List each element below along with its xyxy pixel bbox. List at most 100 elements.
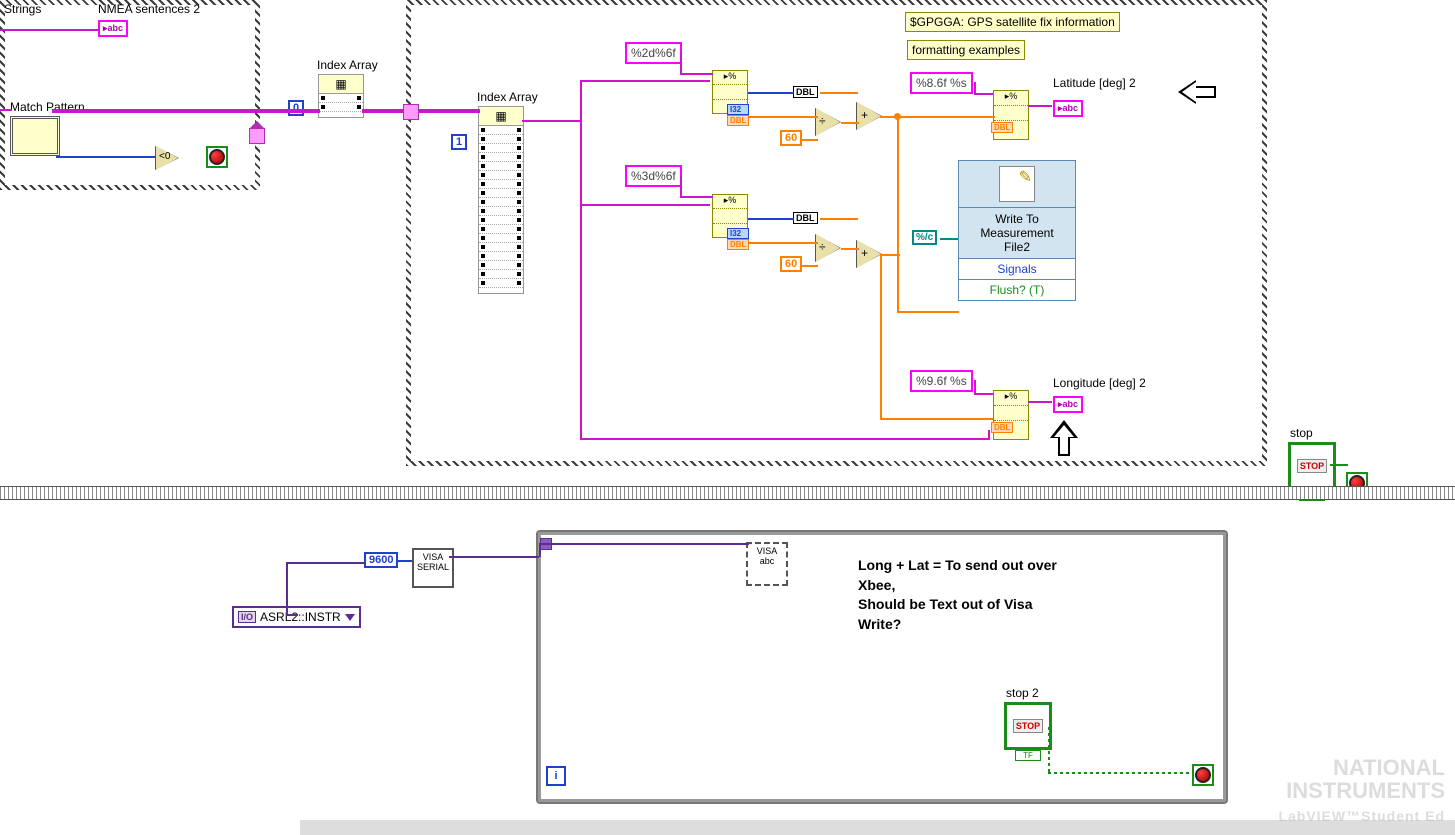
tunnel-upperleft [249, 128, 265, 144]
fmt-lat-in-types: DBL [991, 122, 1013, 133]
write-to-measurement-file-flush[interactable]: Flush? (T) [959, 280, 1075, 300]
visa-write-node[interactable]: VISA abc [746, 542, 788, 586]
const-zero[interactable]: 0 [288, 100, 304, 116]
wire [398, 560, 412, 562]
label-nmea: NMEA sentences 2 [98, 2, 200, 16]
stop2-button[interactable]: STOP TF [1004, 702, 1052, 761]
wire [820, 92, 858, 94]
statusbar [300, 820, 1455, 835]
visa-io-tag: I/O [238, 611, 256, 623]
loop-stop-indicator-bottom [1192, 764, 1214, 786]
arrow-annotation-latitude [1178, 80, 1218, 104]
comment-xbee: Long + Lat = To send out over Xbee, Shou… [858, 556, 1057, 634]
dbl-convert-1[interactable]: DBL [793, 86, 818, 98]
wire [988, 430, 990, 440]
wire-green-dotted-h [1048, 724, 1050, 772]
watermark-brand: NATIONAL INSTRUMENTS [1286, 755, 1445, 803]
abc-indicator-nmea: ▸abc [98, 20, 128, 37]
wire [820, 218, 858, 220]
write-to-measurement-file-node[interactable]: Write To Measurement File2 Signals Flush… [958, 160, 1076, 301]
dropdown-icon[interactable] [345, 614, 355, 621]
wire [748, 242, 818, 244]
case-structure-main [406, 0, 1267, 466]
wire [286, 562, 366, 564]
wire [974, 93, 993, 95]
wire [841, 248, 859, 250]
fmt-string-2d6f[interactable]: %2d%6f [625, 42, 682, 64]
fmt-string-lat[interactable]: %8.6f %s [910, 72, 973, 94]
wire [1028, 401, 1052, 403]
wire [0, 109, 12, 111]
wire [748, 92, 794, 94]
divide-node-2-sym: ÷ [819, 240, 826, 254]
comment-formatting: formatting examples [907, 40, 1025, 60]
visa-resource-name[interactable]: I/O ASRL2::INSTR [232, 606, 361, 628]
const-one[interactable]: 1 [451, 134, 467, 150]
wire-green-dotted-v [1048, 772, 1194, 774]
write-to-measurement-file-title: Write To Measurement File2 [959, 208, 1075, 259]
index-array-node-1[interactable]: ▦ [318, 74, 364, 118]
divide-node-1-sym: ÷ [819, 114, 826, 128]
wire [52, 109, 262, 113]
indicator-latitude[interactable]: ▸abc [1053, 100, 1083, 117]
wire [680, 73, 713, 75]
stop-label: stop [1290, 426, 1313, 440]
fmt-lon-in-types: DBL [991, 422, 1013, 433]
wire [800, 265, 818, 267]
wire [580, 80, 582, 440]
fmt-string-lon[interactable]: %9.6f %s [910, 370, 973, 392]
wire [748, 218, 794, 220]
wire [0, 29, 100, 31]
loop-iteration-i: i [546, 766, 566, 786]
add-node-2-sym: + [861, 246, 868, 260]
stop2-label: stop 2 [1006, 686, 1039, 700]
label-index-array-2: Index Array [477, 90, 538, 104]
wire [286, 562, 288, 614]
wire [260, 109, 320, 113]
write-to-measurement-file-signals[interactable]: Signals [959, 259, 1075, 280]
wire [286, 614, 298, 616]
const-sixty-2[interactable]: 60 [780, 256, 802, 272]
stop-condition-led-upperleft [206, 146, 228, 168]
label-index-array-1: Index Array [317, 58, 378, 72]
arrow-annotation-longitude [1050, 420, 1078, 458]
structure-border [0, 486, 1455, 500]
visa-configure-serial-node[interactable]: VISA SERIAL [412, 548, 454, 588]
index-array-node-2[interactable]: ▦ [478, 106, 524, 294]
wire [680, 176, 682, 198]
comment-gpgga: $GPGGA: GPS satellite fix information [905, 12, 1120, 32]
wire [940, 238, 958, 240]
wire [897, 311, 959, 313]
indicator-longitude[interactable]: ▸abc [1053, 396, 1083, 413]
wire [580, 204, 710, 206]
wire [580, 438, 990, 440]
wire [800, 139, 818, 141]
label-strings: Strings [4, 2, 41, 16]
visa-resource-text: ASRL2::INSTR [260, 610, 341, 624]
wire [522, 120, 582, 122]
const-backslash-c[interactable]: %/c [912, 230, 937, 245]
wire [880, 418, 993, 420]
tunnel-case-left [403, 104, 419, 120]
wire [1028, 105, 1052, 107]
wire [1330, 464, 1348, 466]
wire [880, 254, 882, 420]
wire [680, 53, 682, 75]
match-pattern-node[interactable] [10, 116, 60, 156]
watermark: NATIONAL INSTRUMENTS LabVIEW™Student Ed [1278, 756, 1445, 825]
const-sixty-1[interactable]: 60 [780, 130, 802, 146]
scan2-out-types: I32DBL [727, 228, 749, 250]
wire [880, 254, 900, 256]
wire [680, 196, 713, 198]
wire [841, 122, 859, 124]
const-baud-9600[interactable]: 9600 [364, 552, 398, 568]
fmt-string-3d6f[interactable]: %3d%6f [625, 165, 682, 187]
wire [362, 109, 480, 113]
scan1-out-types: I32DBL [727, 104, 749, 126]
less-than-zero-label: <0 [159, 151, 170, 162]
dbl-convert-2[interactable]: DBL [793, 212, 818, 224]
wire [56, 156, 156, 158]
wire [748, 116, 818, 118]
wire [974, 380, 976, 394]
wire [539, 543, 749, 545]
